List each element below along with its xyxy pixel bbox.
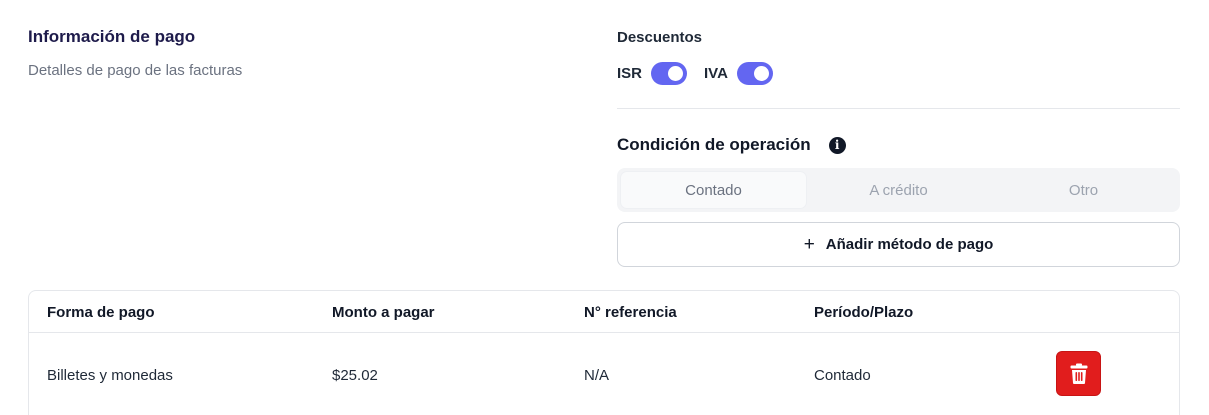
payment-info-panel: Información de pago Detalles de pago de … <box>0 0 1209 415</box>
add-payment-method-label: Añadir método de pago <box>825 236 994 253</box>
payments-table: Forma de pago Monto a pagar N° referenci… <box>28 290 1180 415</box>
iva-switch-knob <box>753 66 769 81</box>
toggle-isr-label: ISR <box>617 65 643 82</box>
isr-switch-knob <box>668 66 684 81</box>
cell-periodo: Contado <box>814 367 871 384</box>
header-monto: Monto a pagar <box>332 304 435 321</box>
toggle-isr: ISR <box>617 62 688 85</box>
condition-title-label: Condición de operación <box>617 135 811 154</box>
cell-monto: $25.02 <box>332 367 378 384</box>
condition-segmented-control: Contado A crédito Otro <box>617 168 1180 212</box>
cell-referencia: N/A <box>584 367 610 384</box>
toggle-iva: IVA <box>704 62 773 85</box>
section-description: Detalles de pago de las facturas <box>28 62 243 79</box>
info-icon[interactable]: i <box>828 136 846 154</box>
table-header: Forma de pago Monto a pagar N° referenci… <box>29 291 1179 333</box>
header-periodo: Período/Plazo <box>814 304 914 321</box>
cell-forma-de-pago: Billetes y monedas <box>47 367 173 384</box>
divider <box>617 108 1180 109</box>
discount-toggles: ISR IVA <box>617 62 790 85</box>
toggle-iva-label: IVA <box>704 65 728 82</box>
segment-otro[interactable]: Otro <box>991 172 1176 208</box>
isr-switch[interactable] <box>651 62 688 85</box>
section-title: Información de pago <box>28 27 196 46</box>
iva-switch[interactable] <box>736 62 773 85</box>
delete-row-button[interactable] <box>1056 351 1101 396</box>
header-forma-de-pago: Forma de pago <box>47 304 155 321</box>
plus-icon: + <box>803 234 815 255</box>
segment-contado[interactable]: Contado <box>621 172 806 208</box>
condition-title: Condición de operación i <box>617 135 846 155</box>
header-referencia: N° referencia <box>584 304 677 321</box>
add-payment-method-button[interactable]: + Añadir método de pago <box>617 222 1180 267</box>
discounts-label: Descuentos <box>617 29 703 46</box>
segment-a-credito[interactable]: A crédito <box>806 172 991 208</box>
trash-icon <box>1070 363 1087 384</box>
